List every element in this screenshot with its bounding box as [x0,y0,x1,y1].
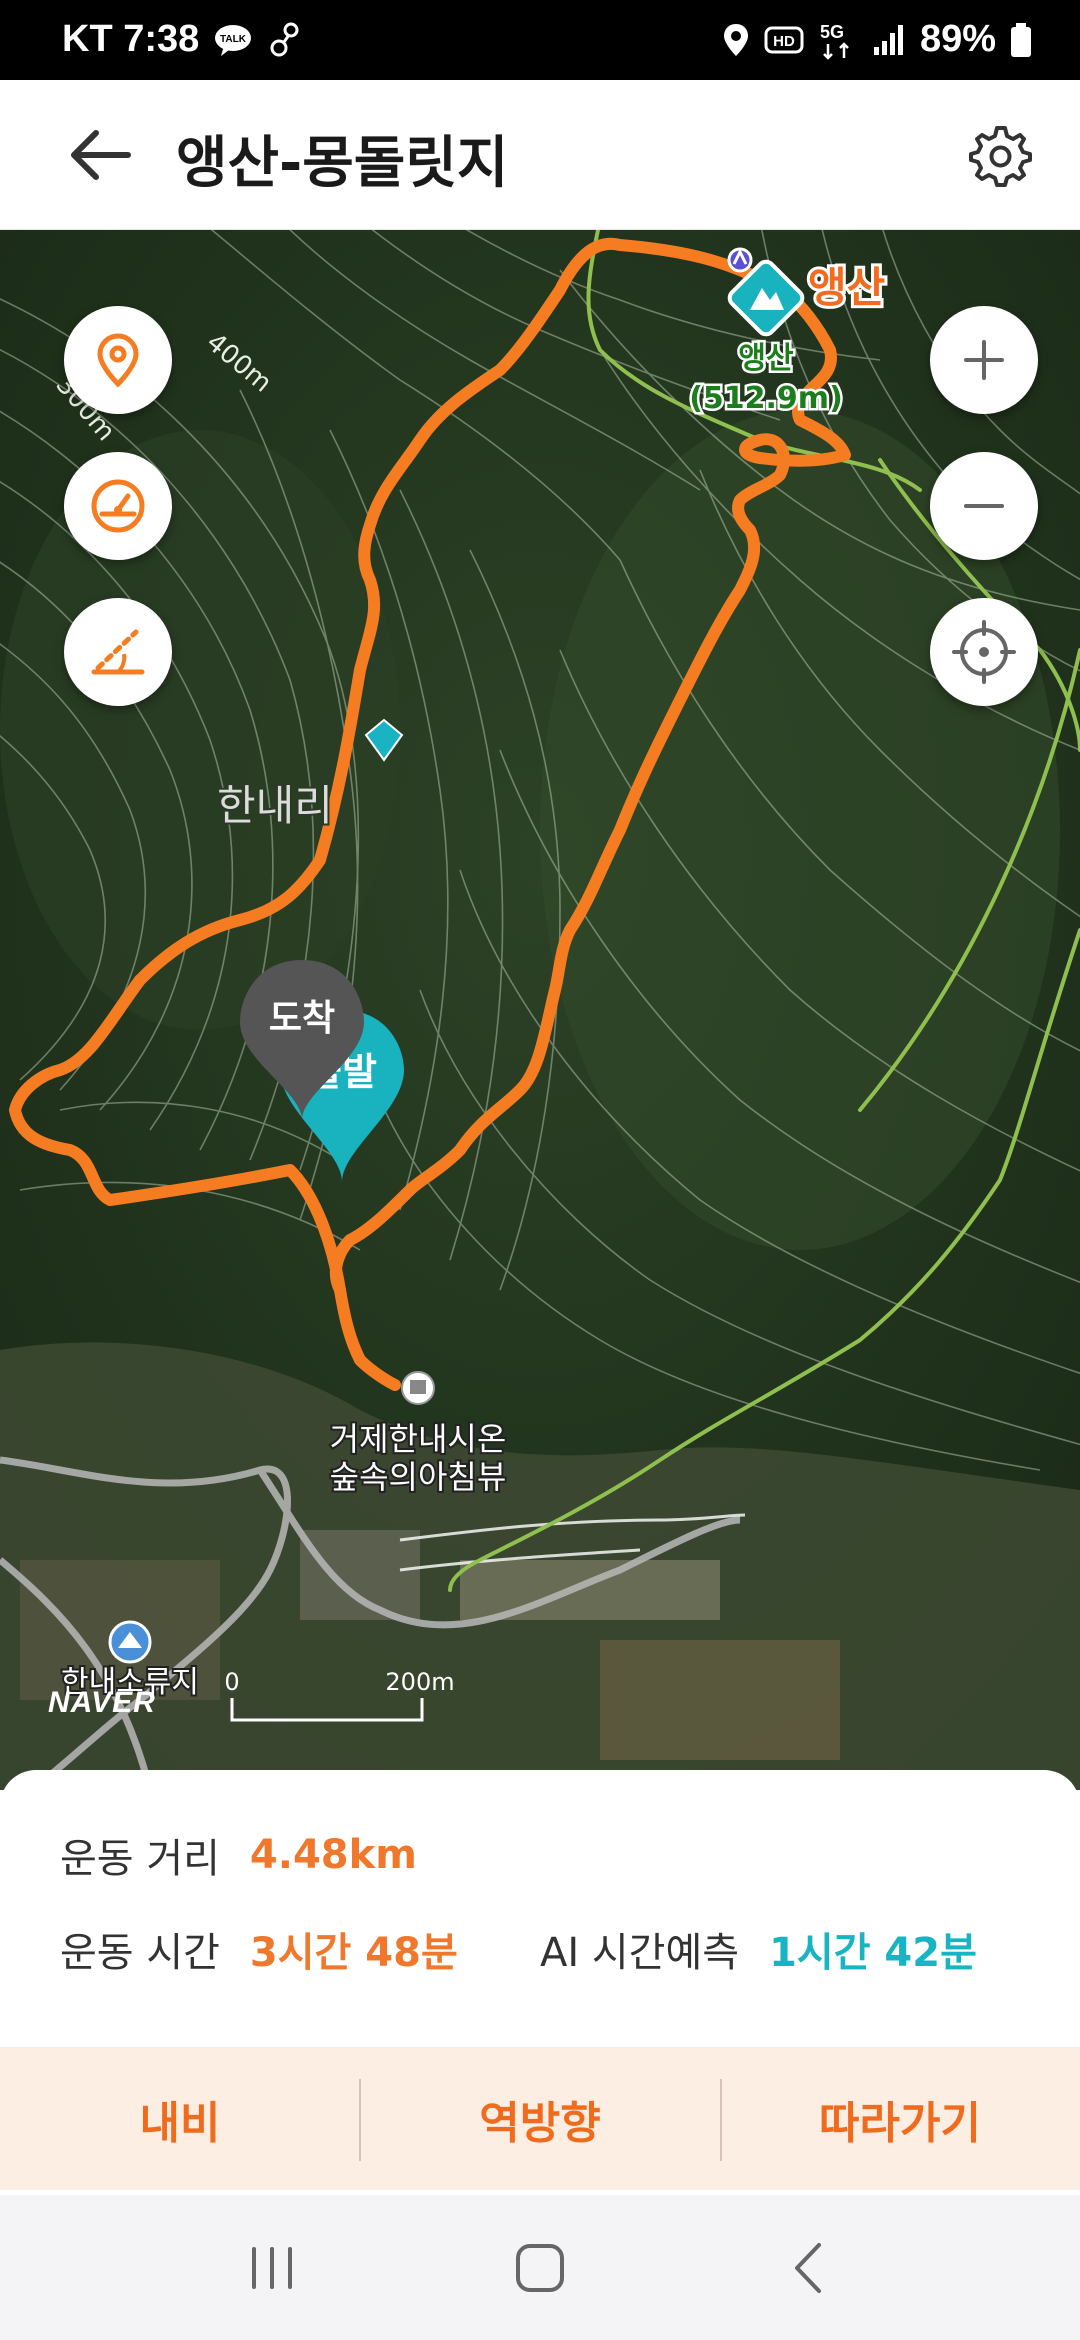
record-info-panel: 운동 거리 4.48km 운동 시간 3시간 48분 AI 시간예측 1시간 4… [0,1770,1080,2047]
zoom-in-icon [964,340,1004,380]
system-back-button[interactable] [757,2218,857,2318]
home-icon [515,2243,564,2292]
battery-icon [1010,22,1032,58]
svg-text:HD: HD [773,33,795,50]
map-view[interactable]: 400m 300m 앵산 앵산 (512.9m) 한내리 출발 도착 거제한내시… [0,230,1080,1790]
recent-apps-button[interactable] [223,2218,323,2318]
navigation-button[interactable]: 내비 [0,2047,360,2190]
summit-name: 앵산 [808,263,885,312]
status-bar: KT 7:38 TALK HD 5G 89% [0,0,1080,80]
distance-label: 운동 거리 [60,1836,220,1882]
signal-icon [872,23,906,57]
page-title: 앵산-몽돌릿지 [176,131,509,196]
gear-icon [969,126,1032,187]
follow-route-button[interactable]: 따라가기 [720,2047,1080,2190]
time-label: 운동 시간 [60,1930,220,1976]
action-divider-1 [359,2079,361,2161]
system-nav-bar [0,2195,1080,2340]
status-left: KT 7:38 TALK [62,18,303,61]
slope-icon [91,629,145,675]
poi-line2: 숲속의아침뷰 [330,1458,507,1496]
summit-label-line1: 앵산 [738,341,794,376]
pin-icon [97,333,139,388]
recent-apps-icon [252,2246,293,2289]
summit-label-line2: (512.9m) [689,381,843,416]
ai-prediction-row: AI 시간예측 1시간 42분 [540,1920,977,1978]
back-button[interactable] [60,120,140,190]
action-divider-2 [720,2079,722,2161]
distance-value: 4.48km [249,1832,417,1878]
status-right: HD 5G 89% [722,18,1032,61]
talk-icon: TALK [213,23,253,57]
map-terrain: 400m 300m 앵산 앵산 (512.9m) 한내리 출발 도착 거제한내시… [0,230,1080,1790]
arrow-left-icon [71,130,131,180]
ai-prediction-value: 1시간 42분 [769,1930,977,1976]
network-5g: 5G [818,20,858,60]
zoom-in-button[interactable] [930,306,1038,414]
zoom-out-icon [964,504,1004,508]
scale-start: 0 [224,1668,239,1696]
speed-button[interactable] [64,452,172,560]
action-bar: 내비 역방향 따라가기 [0,2047,1080,2190]
village-label: 한내리 [217,781,333,830]
my-location-pin-button[interactable] [64,306,172,414]
battery-level: 89% [919,18,996,60]
arrival-marker-label: 도착 [269,998,335,1039]
home-button[interactable] [490,2218,590,2318]
distance-row: 운동 거리 4.48km [60,1826,417,1884]
time-row: 운동 시간 3시간 48분 [60,1920,458,1978]
walk-icon [267,22,303,58]
ai-prediction-label: AI 시간예측 [540,1930,740,1976]
scale-end: 200m [385,1668,454,1696]
time-value: 3시간 48분 [249,1930,458,1976]
current-position-button[interactable] [930,598,1038,706]
app-header: 앵산-몽돌릿지 [0,80,1080,230]
hd-icon: HD [764,25,804,55]
location-icon [722,22,750,58]
reverse-route-button[interactable]: 역방향 [360,2047,720,2190]
svg-text:TALK: TALK [220,34,247,45]
crosshair-icon [952,620,1016,684]
carrier-time: KT 7:38 [62,18,200,60]
poi-line1: 거제한내시온 [330,1420,507,1458]
naver-logo: NAVER [48,1686,156,1719]
network-label: 5G [820,22,844,42]
zoom-out-button[interactable] [930,452,1038,560]
slope-button[interactable] [64,598,172,706]
settings-button[interactable] [960,116,1040,196]
speedometer-icon [91,479,145,533]
back-icon [794,2242,821,2293]
